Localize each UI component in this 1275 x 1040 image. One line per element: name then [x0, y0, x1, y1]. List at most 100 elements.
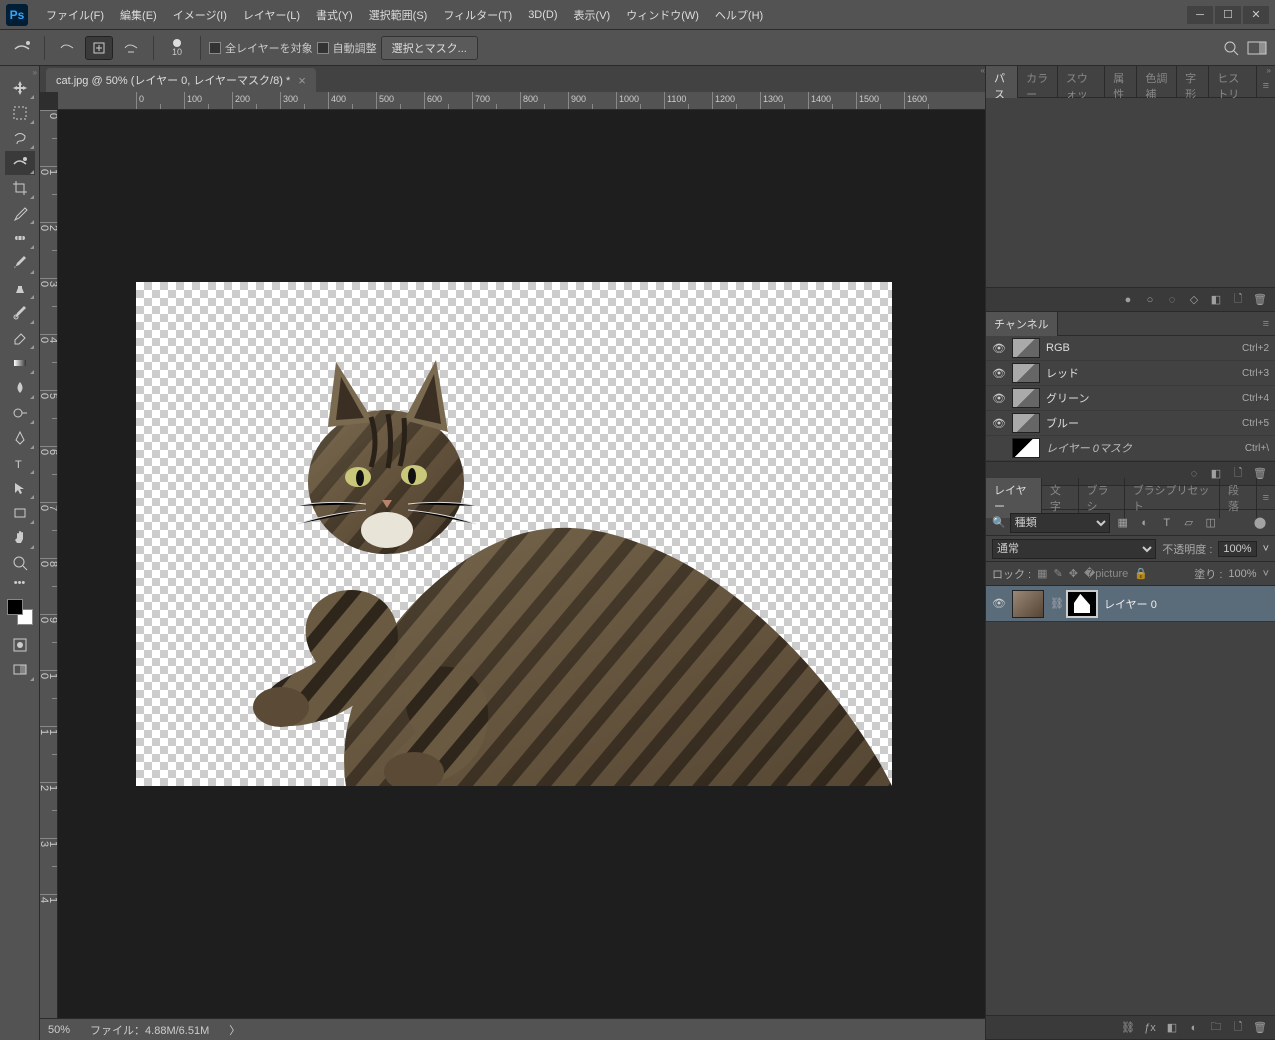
selection-subtract-icon[interactable] [117, 36, 145, 60]
menu-image[interactable]: イメージ(I) [165, 3, 235, 27]
move-tool[interactable] [5, 76, 35, 100]
filter-type-icon[interactable]: T [1158, 514, 1176, 532]
new-path-icon[interactable]: 🗋 [1231, 293, 1245, 307]
brush-size-preset[interactable]: 10 [162, 36, 192, 60]
sample-all-layers-checkbox[interactable]: 全レイヤーを対象 [209, 40, 313, 56]
eraser-tool[interactable] [5, 326, 35, 350]
channel-visibility-icon[interactable]: 👁 [992, 417, 1006, 430]
link-layers-icon[interactable]: ⛓ [1121, 1021, 1135, 1035]
tab-channels[interactable]: チャンネル [986, 312, 1058, 336]
channel-visibility-icon[interactable]: 👁 [992, 342, 1006, 355]
screen-mode-toggle[interactable] [5, 658, 35, 682]
fill-value[interactable]: 100% [1228, 568, 1256, 580]
lasso-tool[interactable] [5, 126, 35, 150]
menu-file[interactable]: ファイル(F) [38, 3, 112, 27]
fill-path-icon[interactable]: ● [1121, 293, 1135, 307]
doc-flyout-icon[interactable]: « [42, 66, 987, 74]
path-selection-tool[interactable] [5, 476, 35, 500]
layers-panel-menu-icon[interactable]: ≡ [1257, 492, 1275, 504]
add-mask-icon[interactable]: ◧ [1209, 293, 1223, 307]
rectangle-tool[interactable] [5, 501, 35, 525]
auto-enhance-checkbox[interactable]: 自動調整 [317, 40, 377, 56]
filter-adjustment-icon[interactable]: ◐ [1136, 514, 1154, 532]
stroke-path-icon[interactable]: ○ [1143, 293, 1157, 307]
zoom-tool[interactable] [5, 551, 35, 575]
menu-filter[interactable]: フィルター(T) [435, 3, 520, 27]
canvas[interactable] [58, 110, 985, 1018]
lock-image-icon[interactable]: ✎ [1054, 567, 1063, 580]
layer-name[interactable]: レイヤー 0 [1104, 596, 1157, 612]
pen-tool[interactable] [5, 426, 35, 450]
brush-tool[interactable] [5, 251, 35, 275]
save-selection-channel-icon[interactable]: ◧ [1209, 467, 1223, 481]
filter-smart-icon[interactable]: ◫ [1202, 514, 1220, 532]
channels-panel-menu-icon[interactable]: ≡ [1257, 318, 1275, 330]
channel-row[interactable]: 👁レッドCtrl+3 [986, 361, 1275, 386]
ruler-horizontal[interactable]: 0100200300400500600700800900100011001200… [58, 92, 985, 110]
menu-layer[interactable]: レイヤー(L) [235, 3, 308, 27]
new-adjustment-icon[interactable]: ◐ [1187, 1021, 1201, 1035]
layer-thumbnail[interactable] [1012, 590, 1044, 618]
menu-edit[interactable]: 編集(E) [112, 3, 165, 27]
channel-row[interactable]: 👁RGBCtrl+2 [986, 336, 1275, 361]
select-and-mask-button[interactable]: 選択とマスク... [381, 36, 478, 60]
layer-style-icon[interactable]: ƒx [1143, 1021, 1157, 1035]
clone-stamp-tool[interactable] [5, 276, 35, 300]
delete-layer-icon[interactable]: 🗑 [1253, 1021, 1267, 1035]
gradient-tool[interactable] [5, 351, 35, 375]
lock-transparency-icon[interactable]: ▦ [1037, 567, 1047, 580]
blend-mode-select[interactable]: 通常 [992, 539, 1156, 559]
paths-panel-menu-icon[interactable]: ≡ [1257, 80, 1275, 92]
menu-window[interactable]: ウィンドウ(W) [618, 3, 707, 27]
layer-row[interactable]: 👁 ⛓ レイヤー 0 [986, 586, 1275, 622]
menu-type[interactable]: 書式(Y) [308, 3, 361, 27]
layer-mask-thumbnail[interactable] [1066, 590, 1098, 618]
dodge-tool[interactable] [5, 401, 35, 425]
doc-size-status[interactable]: ファイル：4.88M/6.51M [90, 1022, 209, 1038]
window-maximize[interactable]: ☐ [1215, 6, 1241, 24]
selection-add-icon[interactable] [85, 36, 113, 60]
healing-brush-tool[interactable] [5, 226, 35, 250]
filter-toggle-icon[interactable]: ⬤ [1251, 514, 1269, 532]
path-to-selection-icon[interactable]: ◌ [1165, 293, 1179, 307]
marquee-tool[interactable] [5, 101, 35, 125]
delete-path-icon[interactable]: 🗑 [1253, 293, 1267, 307]
layer-visibility-icon[interactable]: 👁 [992, 597, 1006, 610]
channel-row[interactable]: 👁ブルーCtrl+5 [986, 411, 1275, 436]
layer-mask-link-icon[interactable]: ⛓ [1050, 597, 1060, 610]
filter-shape-icon[interactable]: ▱ [1180, 514, 1198, 532]
delete-channel-icon[interactable]: 🗑 [1253, 467, 1267, 481]
workspace-switcher-icon[interactable] [1247, 41, 1267, 55]
new-group-icon[interactable]: 🗀 [1209, 1021, 1223, 1035]
lock-all-icon[interactable]: 🔒 [1134, 567, 1148, 580]
layer-filter-type[interactable]: 種類 [1010, 513, 1110, 533]
menu-view[interactable]: 表示(V) [566, 3, 619, 27]
edit-toolbar-icon[interactable]: ••• [5, 576, 35, 590]
close-tab-icon[interactable]: × [298, 73, 306, 88]
zoom-level[interactable]: 50% [48, 1024, 70, 1036]
quick-selection-tool[interactable] [5, 151, 35, 175]
fill-flyout-icon[interactable]: ˅ [1263, 568, 1269, 580]
selection-new-icon[interactable] [53, 36, 81, 60]
ruler-vertical[interactable]: 0100200300400500600700800900100011001200… [40, 110, 58, 1018]
status-flyout-icon[interactable]: 〉 [229, 1022, 240, 1038]
type-tool[interactable]: T [5, 451, 35, 475]
foreground-color-swatch[interactable] [7, 599, 23, 615]
blur-tool[interactable] [5, 376, 35, 400]
channel-visibility-icon[interactable]: 👁 [992, 392, 1006, 405]
eyedropper-tool[interactable] [5, 201, 35, 225]
quick-mask-toggle[interactable] [5, 633, 35, 657]
lock-artboard-icon[interactable]: �picture [1084, 567, 1128, 580]
load-channel-selection-icon[interactable]: ◌ [1187, 467, 1201, 481]
search-icon[interactable] [1223, 40, 1239, 56]
window-minimize[interactable]: ─ [1187, 6, 1213, 24]
channel-row[interactable]: レイヤー 0マスクCtrl+\ [986, 436, 1275, 461]
hand-tool[interactable] [5, 526, 35, 550]
menu-3d[interactable]: 3D(D) [520, 5, 565, 25]
make-work-path-icon[interactable]: ◇ [1187, 293, 1201, 307]
current-tool-icon[interactable] [8, 36, 36, 60]
channel-row[interactable]: 👁グリーンCtrl+4 [986, 386, 1275, 411]
channel-visibility-icon[interactable]: 👁 [992, 367, 1006, 380]
crop-tool[interactable] [5, 176, 35, 200]
menu-help[interactable]: ヘルプ(H) [707, 3, 771, 27]
